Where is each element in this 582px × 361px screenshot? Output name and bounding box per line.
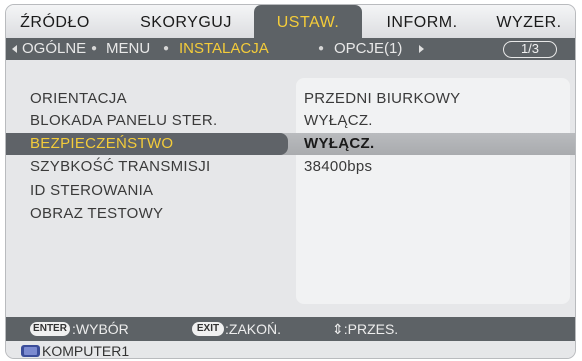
- setting-row-bezpieczenstwo[interactable]: BEZPIECZEŃSTWO WYŁĄCZ.: [6, 133, 575, 155]
- setting-value: WYŁĄCZ.: [304, 135, 375, 152]
- tab-wyzer[interactable]: WYZER.: [492, 5, 566, 38]
- subtab-menu[interactable]: MENU: [106, 38, 150, 60]
- enter-help-text: :WYBÓR: [72, 321, 129, 337]
- setting-row-id-sterowania[interactable]: ID STEROWANIA: [6, 180, 575, 202]
- bullet-icon: ●: [163, 43, 170, 54]
- bullet-icon: ●: [91, 43, 98, 54]
- setting-row-orientacja[interactable]: ORIENTACJA PRZEDNI BIURKOWY: [6, 88, 575, 110]
- osd-menu: ŹRÓDŁO SKORYGUJ USTAW. INFORM. WYZER. OG…: [5, 4, 576, 359]
- tab-zrodlo[interactable]: ŹRÓDŁO: [20, 5, 90, 38]
- setting-label: ID STEROWANIA: [30, 182, 154, 199]
- bullet-icon: ●: [318, 43, 325, 54]
- subtab-instalacja[interactable]: INSTALACJA: [179, 38, 269, 60]
- move-help-text: ⇕:PRZES.: [332, 321, 399, 337]
- setting-label: OBRAZ TESTOWY: [30, 205, 164, 222]
- source-bar: KOMPUTER1: [6, 341, 575, 359]
- subtab-opcje1[interactable]: OPCJE(1): [334, 38, 402, 60]
- source-label: KOMPUTER1: [42, 343, 130, 359]
- setting-label: BLOKADA PANELU STER.: [30, 112, 218, 129]
- arrow-left-icon[interactable]: [12, 45, 17, 53]
- arrow-right-icon[interactable]: [419, 45, 424, 53]
- main-tab-bar: ŹRÓDŁO SKORYGUJ USTAW. INFORM. WYZER.: [6, 5, 575, 38]
- page-indicator: 1/3: [503, 41, 557, 58]
- setting-label: BEZPIECZEŃSTWO: [30, 135, 174, 152]
- setting-label: ORIENTACJA: [30, 90, 127, 107]
- setting-value: PRZEDNI BIURKOWY: [304, 90, 461, 107]
- enter-key-badge: ENTER: [30, 322, 70, 336]
- tab-inform[interactable]: INFORM.: [380, 5, 464, 38]
- setting-label: SZYBKOŚĆ TRANSMISJI: [30, 158, 211, 175]
- setting-row-blokada[interactable]: BLOKADA PANELU STER. WYŁĄCZ.: [6, 110, 575, 132]
- exit-help-text: :ZAKOŃ.: [225, 321, 282, 337]
- settings-content: ORIENTACJA PRZEDNI BIURKOWY BLOKADA PANE…: [6, 60, 575, 317]
- subtab-ogolne[interactable]: OGÓLNE: [22, 38, 86, 60]
- help-footer: ENTER :WYBÓR EXIT :ZAKOŃ. ⇕:PRZES.: [6, 317, 575, 341]
- tab-ustaw[interactable]: USTAW.: [254, 5, 362, 38]
- setting-row-szybkosc[interactable]: SZYBKOŚĆ TRANSMISJI 38400bps: [6, 156, 575, 178]
- setting-value: 38400bps: [304, 158, 373, 175]
- setting-value: WYŁĄCZ.: [304, 112, 373, 129]
- setting-row-obraz-testowy[interactable]: OBRAZ TESTOWY: [6, 203, 575, 225]
- tab-skoryguj[interactable]: SKORYGUJ: [136, 5, 236, 38]
- sub-tab-bar: OGÓLNE ● MENU ● INSTALACJA ● OPCJE(1) 1/…: [6, 38, 575, 60]
- exit-key-badge: EXIT: [192, 322, 224, 336]
- monitor-icon: [21, 345, 40, 357]
